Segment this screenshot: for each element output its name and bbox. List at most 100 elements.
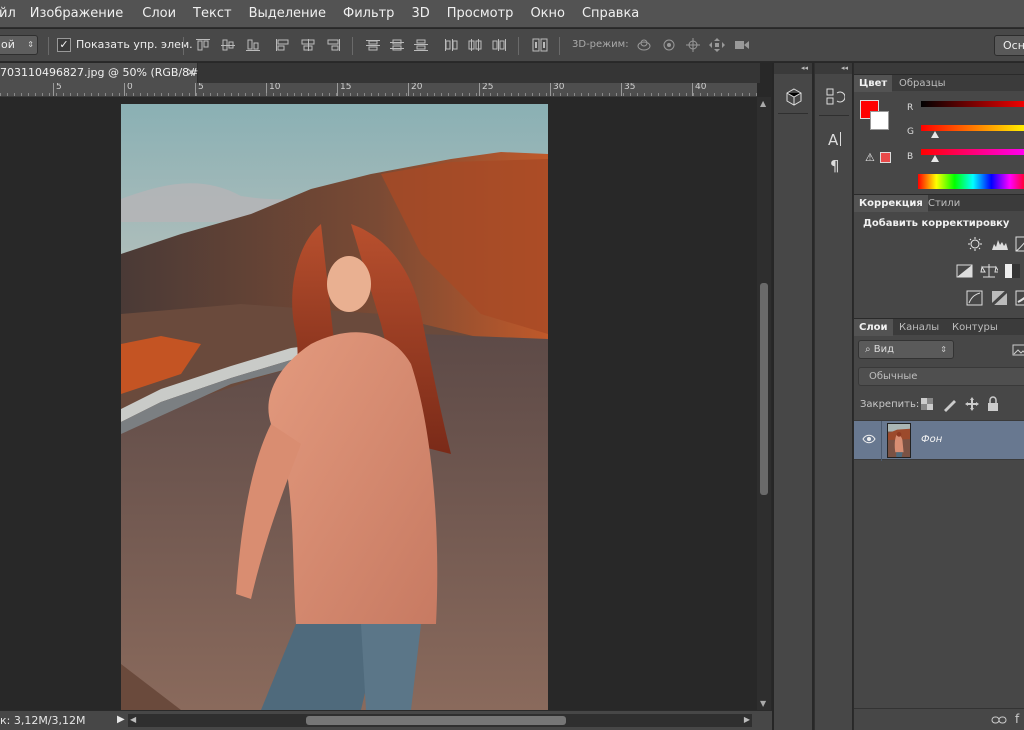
b-slider-thumb[interactable] (931, 155, 939, 162)
close-icon[interactable]: × (186, 65, 196, 79)
filter-image-icon[interactable] (1012, 342, 1024, 358)
character-icon[interactable]: A (825, 129, 845, 149)
lock-label: Закрепить: (860, 399, 920, 410)
scroll-left-icon[interactable]: ◀ (130, 715, 136, 724)
r-slider[interactable] (921, 101, 1024, 107)
link-icon[interactable] (991, 714, 1007, 726)
tab-adjustments[interactable]: Коррекция (854, 195, 928, 212)
ruler-tick (21, 93, 22, 96)
distribute-right-icon[interactable] (491, 38, 507, 52)
distribute-bottom-icon[interactable] (413, 38, 429, 52)
ruler-tick (693, 93, 694, 96)
ruler-tick (140, 93, 141, 96)
black-white-icon[interactable] (1004, 263, 1022, 279)
3d-pan-icon[interactable] (685, 38, 701, 52)
selective-color-icon[interactable] (1015, 290, 1024, 306)
tab-paths[interactable]: Контуры (947, 319, 1003, 336)
show-controls-checkbox[interactable]: ✓ (57, 38, 71, 52)
align-hcenter-icon[interactable] (300, 38, 316, 52)
lock-transparency-icon[interactable] (920, 397, 934, 411)
history-icon[interactable] (825, 87, 845, 107)
status-menu-icon[interactable]: ▶ (117, 714, 125, 725)
menu-3d[interactable]: 3D (411, 6, 429, 21)
fx-icon[interactable]: f (1015, 712, 1019, 726)
out-of-gamut-warning-icon[interactable]: ⚠ (865, 151, 875, 164)
menu-window[interactable]: Окно (530, 6, 565, 21)
menu-text[interactable]: Текст (193, 6, 232, 21)
scroll-right-icon[interactable]: ▶ (744, 715, 750, 724)
scroll-down-icon[interactable]: ▼ (760, 699, 766, 708)
distribute-top-icon[interactable] (365, 38, 381, 52)
align-vcenter-icon[interactable] (220, 38, 236, 52)
invert-icon[interactable] (966, 290, 984, 306)
gradient-map-icon[interactable] (991, 290, 1009, 306)
ruler-tick (175, 93, 176, 96)
blend-mode-dropdown[interactable]: Обычные (858, 367, 1024, 386)
distribute-hcenter-icon[interactable] (467, 38, 483, 52)
tab-color[interactable]: Цвет (854, 75, 893, 92)
tab-layers[interactable]: Слои (854, 319, 893, 336)
3d-roll-icon[interactable] (661, 38, 677, 52)
levels-icon[interactable] (991, 236, 1009, 252)
ruler-tick (217, 93, 218, 96)
ruler-tick (700, 93, 701, 96)
tab-styles[interactable]: Стили (923, 195, 965, 212)
vertical-scroll-thumb[interactable] (760, 283, 768, 495)
menu-bar: йл Изображение Слои Текст Выделение Филь… (0, 0, 1024, 28)
distribute-left-icon[interactable] (443, 38, 459, 52)
layer-row-background[interactable]: Фон (854, 420, 1024, 461)
ruler-tick (602, 93, 603, 96)
horizontal-scrollbar[interactable]: ◀ ▶ (128, 714, 752, 727)
color-spectrum-ramp[interactable] (918, 174, 1024, 189)
tab-channels[interactable]: Каналы (894, 319, 944, 336)
3d-panel-icon[interactable] (784, 87, 804, 107)
collapse-icon[interactable]: ◂◂ (774, 63, 812, 74)
background-color-swatch[interactable] (870, 111, 889, 130)
exposure-icon[interactable] (956, 263, 974, 279)
canvas-area[interactable] (0, 97, 757, 710)
updown-icon: ⇕ (27, 40, 34, 49)
brightness-icon[interactable] (966, 236, 984, 252)
ruler-tick (119, 93, 120, 96)
align-right-icon[interactable] (325, 38, 341, 52)
menu-filter[interactable]: Фильтр (343, 6, 394, 21)
menu-select[interactable]: Выделение (249, 6, 326, 21)
align-left-icon[interactable] (275, 38, 291, 52)
lock-position-icon[interactable] (964, 396, 980, 412)
distribute-vcenter-icon[interactable] (389, 38, 405, 52)
layer-name: Фон (921, 434, 943, 445)
collapse-icon[interactable]: ◂◂ (815, 63, 852, 74)
gamut-correction-swatch[interactable] (880, 152, 891, 163)
essentials-workspace-button[interactable]: Осно (994, 35, 1024, 56)
3d-scale-icon[interactable] (734, 38, 750, 52)
auto-align-icon[interactable] (532, 38, 548, 52)
layer-filter-dropdown[interactable]: ⌕ Вид ⇕ (858, 340, 954, 359)
photoshop-window: йл Изображение Слои Текст Выделение Филь… (0, 0, 1024, 730)
ruler-tick (98, 93, 99, 96)
eye-icon[interactable] (862, 434, 876, 444)
menu-image[interactable]: Изображение (30, 6, 123, 21)
menu-view[interactable]: Просмотр (447, 6, 514, 21)
ruler-tick (721, 93, 722, 96)
curves-icon[interactable] (1015, 236, 1024, 252)
align-top-icon[interactable] (195, 38, 211, 52)
lock-all-icon[interactable] (986, 396, 1000, 412)
menu-file[interactable]: йл (0, 6, 16, 21)
tab-swatches[interactable]: Образцы (894, 75, 951, 92)
g-slider-thumb[interactable] (931, 131, 939, 138)
lock-pixels-icon[interactable] (942, 396, 958, 412)
scroll-up-icon[interactable]: ▲ (760, 99, 766, 108)
vertical-scrollbar[interactable]: ▲ ▼ (757, 97, 771, 710)
menu-layers[interactable]: Слои (142, 6, 176, 21)
divider (352, 37, 353, 55)
3d-rotate-icon[interactable] (636, 38, 652, 52)
3d-slide-icon[interactable] (709, 38, 725, 52)
ruler-tick (161, 93, 162, 96)
paragraph-icon[interactable]: ¶ (825, 155, 845, 175)
align-bottom-icon[interactable] (245, 38, 261, 52)
horizontal-scroll-thumb[interactable] (306, 716, 566, 725)
auto-select-dropdown[interactable]: ой ⇕ (0, 35, 38, 55)
document-tab[interactable]: 703110496827.jpg @ 50% (RGB/8#) × (0, 63, 203, 83)
menu-help[interactable]: Справка (582, 6, 639, 21)
color-balance-icon[interactable] (980, 263, 998, 279)
